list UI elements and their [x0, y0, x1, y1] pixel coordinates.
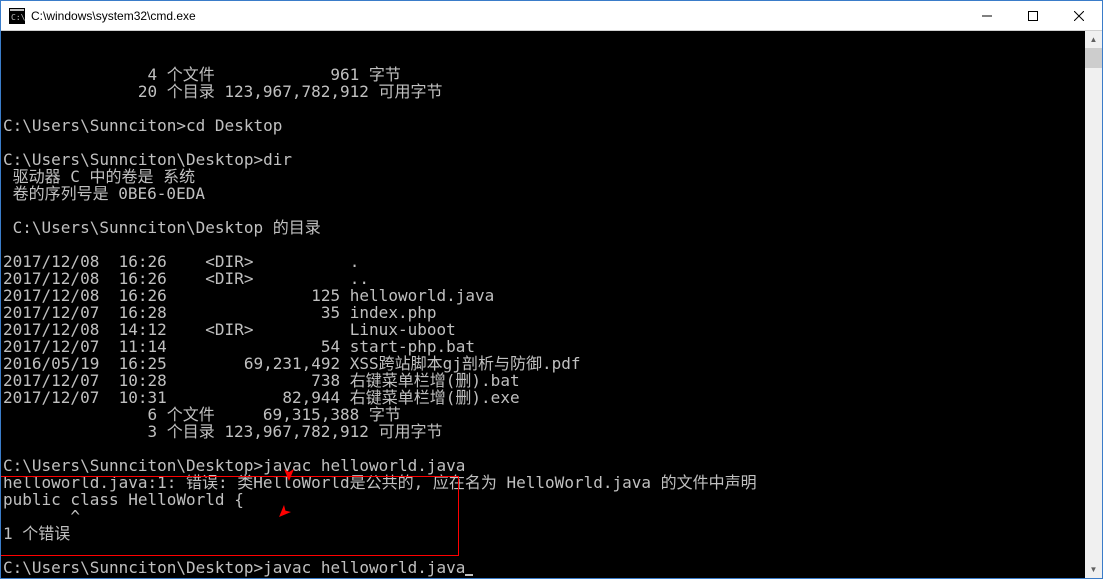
cmd-icon: C:\ [9, 8, 25, 24]
terminal-line: 卷的序列号是 0BE6-0EDA [3, 185, 1100, 202]
titlebar[interactable]: C:\ C:\windows\system32\cmd.exe [1, 1, 1102, 31]
terminal-line: 2017/12/07 16:28 35 index.php [3, 304, 1100, 321]
vertical-scrollbar[interactable]: ▲ ▼ [1085, 31, 1102, 578]
terminal-line: C:\Users\Sunnciton\Desktop>dir [3, 151, 1100, 168]
terminal-line: 2017/12/07 10:31 82,944 右键菜单栏增(删).exe [3, 389, 1100, 406]
terminal-line: C:\Users\Sunnciton>cd Desktop [3, 117, 1100, 134]
terminal-line [3, 440, 1100, 457]
terminal-line: 2017/12/08 16:26 <DIR> . [3, 253, 1100, 270]
terminal-line: helloworld.java:1: 错误: 类HelloWorld是公共的, … [3, 474, 1100, 491]
terminal-line: 2016/05/19 16:25 69,231,492 XSS跨站脚本gj剖析与… [3, 355, 1100, 372]
scroll-up-button[interactable]: ▲ [1085, 31, 1102, 48]
terminal-line: 4 个文件 961 字节 [3, 66, 1100, 83]
terminal-area[interactable]: 4 个文件 961 字节 20 个目录 123,967,782,912 可用字节… [1, 31, 1102, 578]
svg-text:C:\: C:\ [11, 13, 25, 22]
terminal-line: ^ [3, 508, 1100, 525]
scroll-thumb[interactable] [1085, 48, 1102, 68]
terminal-line: 1 个错误 [3, 525, 1100, 542]
terminal-line: C:\Users\Sunnciton\Desktop>javac hellowo… [3, 457, 1100, 474]
terminal-line: 6 个文件 69,315,388 字节 [3, 406, 1100, 423]
terminal-line: 2017/12/08 14:12 <DIR> Linux-uboot [3, 321, 1100, 338]
terminal-line [3, 100, 1100, 117]
terminal-line [3, 134, 1100, 151]
terminal-line: 2017/12/07 11:14 54 start-php.bat [3, 338, 1100, 355]
minimize-button[interactable] [964, 1, 1010, 30]
terminal-line [3, 202, 1100, 219]
terminal-line: 2017/12/08 16:26 125 helloworld.java [3, 287, 1100, 304]
terminal-line: public class HelloWorld { [3, 491, 1100, 508]
terminal-line: 3 个目录 123,967,782,912 可用字节 [3, 423, 1100, 440]
cmd-window: C:\ C:\windows\system32\cmd.exe 4 个文件 96… [0, 0, 1103, 579]
scroll-down-button[interactable]: ▼ [1085, 561, 1102, 578]
terminal-line: C:\Users\Sunnciton\Desktop 的目录 [3, 219, 1100, 236]
terminal-line: C:\Users\Sunnciton\Desktop>javac hellowo… [3, 559, 1100, 576]
window-controls [964, 1, 1102, 30]
scroll-track[interactable] [1085, 48, 1102, 561]
close-button[interactable] [1056, 1, 1102, 30]
terminal-line: 驱动器 C 中的卷是 系统 [3, 168, 1100, 185]
window-title: C:\windows\system32\cmd.exe [31, 9, 964, 23]
terminal-line [3, 542, 1100, 559]
cursor [465, 562, 473, 576]
terminal-line: 20 个目录 123,967,782,912 可用字节 [3, 83, 1100, 100]
terminal-line: 2017/12/08 16:26 <DIR> .. [3, 270, 1100, 287]
terminal-line: 2017/12/07 10:28 738 右键菜单栏增(删).bat [3, 372, 1100, 389]
terminal-line [3, 236, 1100, 253]
maximize-button[interactable] [1010, 1, 1056, 30]
